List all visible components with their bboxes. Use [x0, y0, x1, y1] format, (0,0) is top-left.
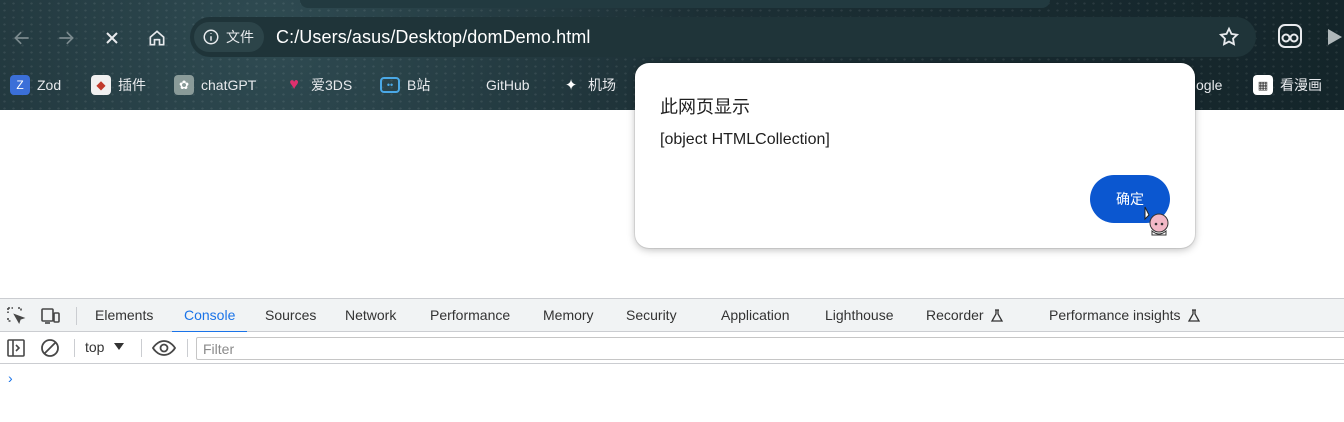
tab-elements[interactable]: Elements — [95, 299, 153, 332]
bookmark-label: 看漫画 — [1280, 77, 1322, 93]
tab-label: Performance insights — [1049, 307, 1181, 323]
site-info-chip[interactable]: 文件 — [194, 22, 264, 52]
tab-label: Recorder — [926, 307, 984, 323]
bookmark-3ds[interactable]: ♥ 爱3DS — [284, 74, 352, 96]
tab-console[interactable]: Console — [171, 299, 248, 333]
arrow-right-icon — [59, 31, 74, 45]
tab-sources[interactable]: Sources — [265, 299, 316, 332]
back-button[interactable] — [6, 22, 38, 54]
toolbar-divider — [74, 339, 75, 357]
devtools-tab-bar: Elements Console Sources Network Perform… — [0, 298, 1344, 333]
flask-icon — [1187, 308, 1200, 322]
mascot-cursor-icon — [1144, 206, 1169, 236]
flask-icon — [990, 308, 1003, 322]
stop-loading-button[interactable] — [96, 22, 128, 54]
bookmark-chatgpt[interactable]: ✿ chatGPT — [174, 74, 256, 96]
bookmark-label: 插件 — [118, 77, 146, 93]
bookmark-comic[interactable]: ▦ 看漫画 — [1253, 74, 1322, 96]
bookmark-label: ogle — [1196, 77, 1223, 93]
context-value: top — [85, 339, 105, 355]
close-icon — [106, 32, 118, 44]
sparkle-icon: ✦ — [564, 77, 578, 94]
bilibili-icon: •• — [380, 77, 400, 93]
comic-icon: ▦ — [1253, 75, 1273, 95]
tab-label: Network — [345, 307, 397, 323]
tab-label: Performance — [430, 307, 511, 323]
tab-label: Elements — [95, 307, 154, 323]
devtools-panel: Elements Console Sources Network Perform… — [0, 298, 1344, 422]
tab-label: Application — [721, 307, 790, 323]
tab-lighthouse[interactable]: Lighthouse — [825, 299, 894, 332]
bookmark-bilibili[interactable]: •• B站 — [380, 74, 430, 96]
bookmark-label: GitHub — [486, 77, 530, 93]
alert-dialog: 此网页显示 [object HTMLCollection] 确定 — [635, 63, 1195, 248]
tab-label: Console — [184, 307, 236, 323]
bookmark-label: B站 — [407, 77, 431, 93]
bookmark-label: 机场 — [588, 77, 616, 93]
toolbar-divider — [141, 339, 142, 357]
star-icon — [1218, 26, 1240, 46]
filter-input[interactable] — [196, 337, 1344, 360]
tab-label: Memory — [543, 307, 594, 323]
tab-network[interactable]: Network — [345, 299, 396, 332]
eye-icon[interactable] — [152, 338, 176, 358]
chatgpt-icon: ✿ — [174, 75, 194, 95]
tab-label: Sources — [265, 307, 317, 323]
dialog-title: 此网页显示 — [660, 97, 750, 117]
tab-recorder[interactable]: Recorder — [926, 299, 1004, 332]
console-toolbar: top — [0, 332, 1344, 364]
tab-performance-insights[interactable]: Performance insights — [1049, 299, 1201, 332]
bookmark-label: 爱3DS — [311, 77, 353, 93]
tab-application[interactable]: Application — [721, 299, 790, 332]
tab-memory[interactable]: Memory — [543, 299, 594, 332]
heart-icon: ♥ — [289, 76, 299, 93]
console-prompt[interactable]: › — [8, 370, 13, 386]
tab-label: Security — [626, 307, 677, 323]
dialog-message: [object HTMLCollection] — [660, 131, 830, 148]
zod-icon: Z — [10, 75, 30, 95]
bookmark-github[interactable]: GitHub — [486, 74, 530, 96]
extension-play-icon[interactable] — [1322, 26, 1344, 48]
tab-security[interactable]: Security — [626, 299, 677, 332]
toolbar-divider — [76, 307, 77, 325]
arrow-left-icon — [14, 31, 29, 45]
address-bar[interactable]: 文件 C:/Users/asus/Desktop/domDemo.html — [190, 17, 1256, 57]
bookmark-plugin[interactable]: ◆ 插件 — [91, 74, 146, 96]
home-icon — [149, 30, 165, 46]
clear-console-icon[interactable] — [40, 338, 60, 358]
url-text[interactable]: C:/Users/asus/Desktop/domDemo.html — [276, 27, 591, 48]
tab-label: Lighthouse — [825, 307, 894, 323]
context-selector[interactable]: top — [85, 339, 125, 355]
tab-performance[interactable]: Performance — [430, 299, 510, 332]
home-button[interactable] — [141, 22, 173, 54]
bookmark-zod[interactable]: Z Zod — [10, 74, 61, 96]
site-chip-label: 文件 — [226, 29, 254, 45]
bookmark-label: Zod — [37, 77, 62, 93]
plugin-icon: ◆ — [91, 75, 111, 95]
toolbar-divider — [187, 339, 188, 357]
bookmark-airport[interactable]: ✦ 机场 — [561, 74, 616, 96]
sidebar-toggle-icon[interactable] — [6, 338, 26, 358]
tab-strip-edge — [300, 0, 1050, 8]
info-icon — [203, 29, 219, 45]
forward-button[interactable] — [50, 22, 82, 54]
bookmark-label: chatGPT — [201, 77, 257, 93]
device-toolbar-icon[interactable] — [40, 306, 60, 326]
bookmark-google[interactable]: ogle — [1196, 74, 1222, 96]
extension-glasses-icon[interactable] — [1276, 22, 1304, 50]
bookmark-star-button[interactable] — [1218, 26, 1240, 53]
caret-down-icon — [114, 343, 125, 350]
browser-toolbar: 文件 C:/Users/asus/Desktop/domDemo.html — [0, 16, 1344, 60]
inspect-element-icon[interactable] — [6, 306, 26, 326]
